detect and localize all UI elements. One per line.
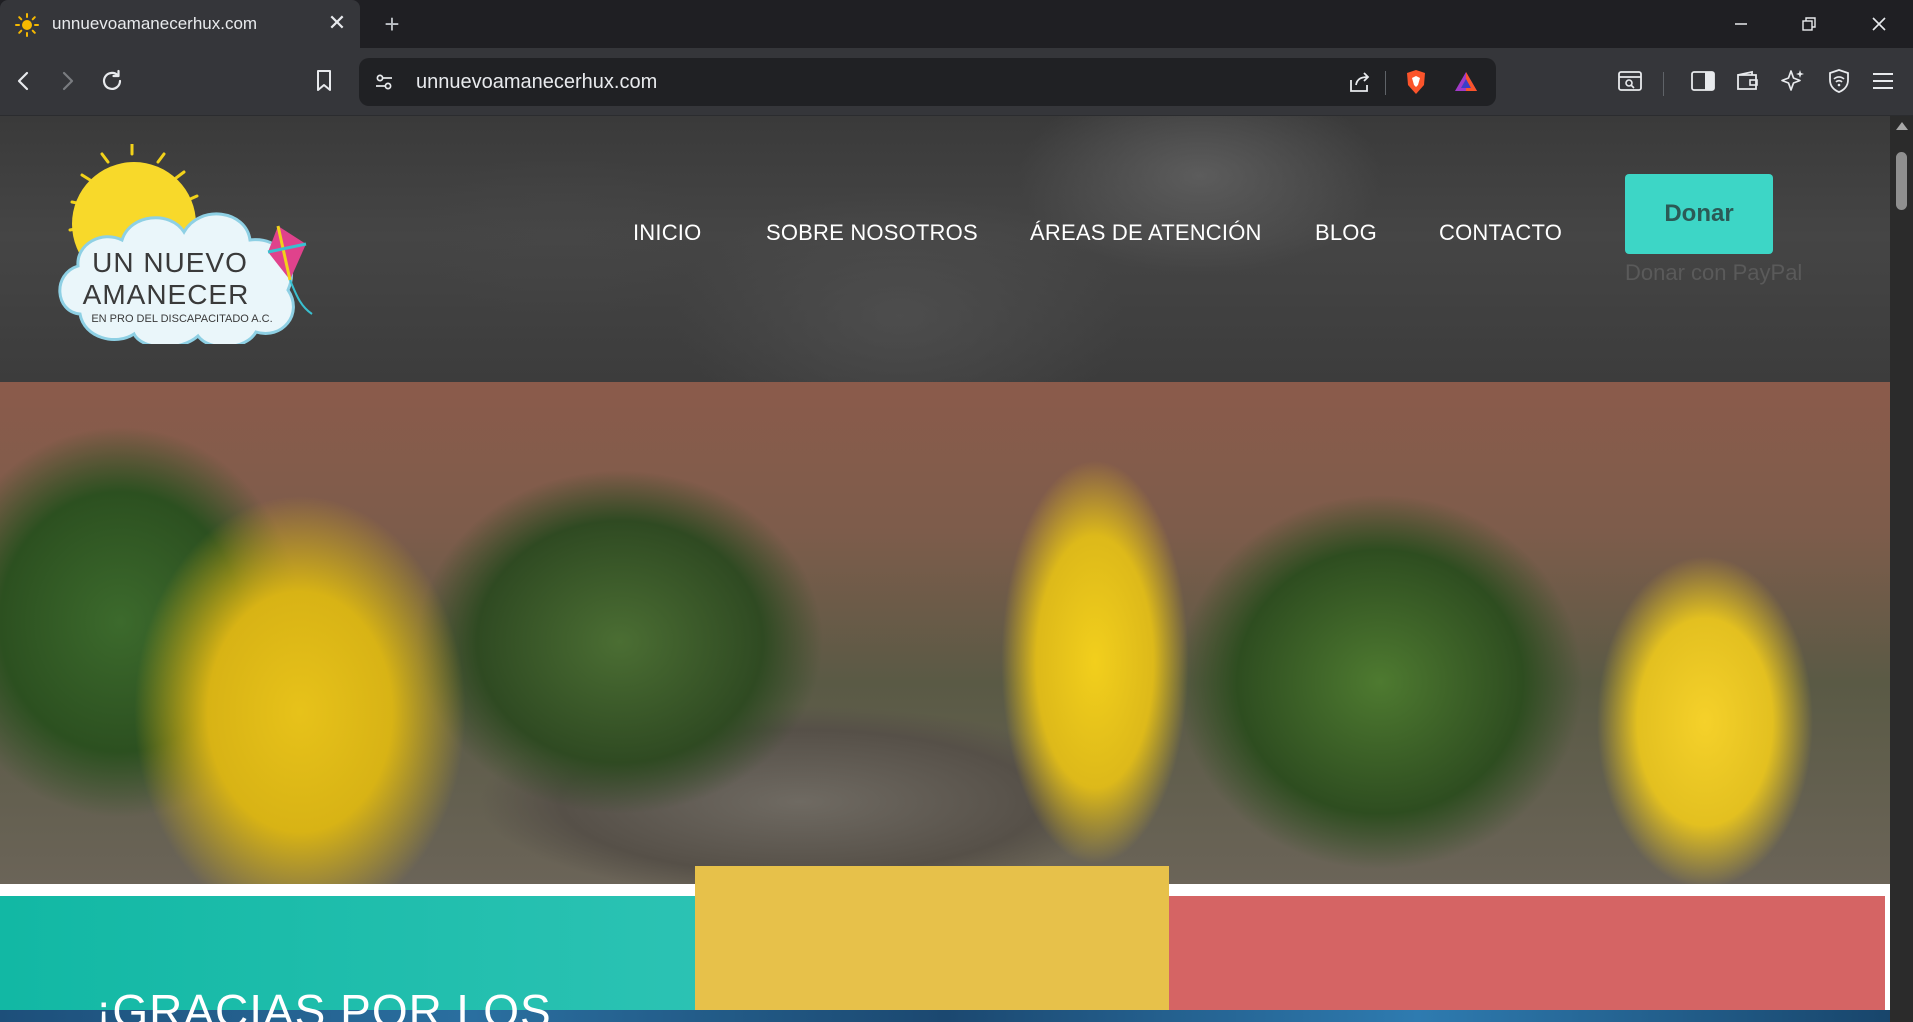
- menu-icon[interactable]: [1867, 65, 1899, 97]
- site-logo[interactable]: UN NUEVO AMANECER EN PRO DEL DISCAPACITA…: [50, 144, 320, 344]
- tab-title: unnuevoamanecerhux.com: [52, 14, 258, 33]
- donate-button[interactable]: Donar: [1625, 174, 1773, 254]
- logo-line1: UN NUEVO: [92, 247, 248, 278]
- web-page: UN NUEVO AMANECER EN PRO DEL DISCAPACITA…: [0, 116, 1890, 1022]
- vpn-icon[interactable]: [1823, 65, 1855, 97]
- sidebar-icon[interactable]: [1687, 65, 1719, 97]
- share-icon[interactable]: [1347, 70, 1373, 94]
- scrollbar-thumb[interactable]: [1896, 152, 1907, 210]
- paypal-donate-link[interactable]: Donar con PayPal: [1625, 260, 1802, 286]
- section-heading: ¡GRACIAS POR LOS: [96, 985, 552, 1022]
- nav-areas-de-atencion[interactable]: ÁREAS DE ATENCIÓN: [1030, 220, 1262, 246]
- hero-image: [0, 382, 1890, 884]
- page-scrollbar[interactable]: [1890, 116, 1913, 1022]
- reload-icon[interactable]: [96, 65, 128, 97]
- site-settings-icon[interactable]: [373, 71, 395, 93]
- tab-strip: unnuevoamanecerhux.com ✕ +: [0, 0, 1913, 48]
- reader-mode-icon[interactable]: [1614, 65, 1646, 97]
- site-header: UN NUEVO AMANECER EN PRO DEL DISCAPACITA…: [0, 116, 1890, 382]
- nav-contacto[interactable]: CONTACTO: [1439, 220, 1562, 246]
- address-bar[interactable]: unnuevoamanecerhux.com: [359, 58, 1496, 106]
- new-tab-icon[interactable]: +: [378, 10, 406, 38]
- restore-icon[interactable]: [1775, 0, 1843, 48]
- red-banner: [1169, 896, 1885, 1022]
- yellow-banner: [695, 866, 1169, 1022]
- logo-tagline: EN PRO DEL DISCAPACITADO A.C.: [91, 313, 272, 325]
- close-window-icon[interactable]: [1845, 0, 1913, 48]
- close-tab-icon[interactable]: ✕: [324, 10, 350, 36]
- divider: [1663, 72, 1664, 96]
- nav-inicio[interactable]: INICIO: [633, 220, 701, 246]
- forward-icon[interactable]: [51, 65, 83, 97]
- url-text[interactable]: unnuevoamanecerhux.com: [416, 71, 657, 94]
- minimize-icon[interactable]: [1707, 0, 1775, 48]
- leo-ai-icon[interactable]: [1777, 65, 1809, 97]
- scroll-up-arrow-icon[interactable]: [1896, 122, 1908, 130]
- divider: [1385, 71, 1386, 95]
- sun-icon: [15, 13, 39, 37]
- brave-rewards-icon[interactable]: [1453, 70, 1479, 94]
- back-icon[interactable]: [8, 65, 40, 97]
- nav-sobre-nosotros[interactable]: SOBRE NOSOTROS: [766, 220, 978, 246]
- browser-toolbar: unnuevoamanecerhux.com: [0, 48, 1913, 116]
- wallet-icon[interactable]: [1732, 65, 1764, 97]
- browser-tab[interactable]: unnuevoamanecerhux.com ✕: [0, 0, 360, 48]
- bookmark-icon[interactable]: [308, 65, 340, 97]
- logo-line2: AMANECER: [83, 279, 250, 310]
- brave-shields-icon[interactable]: [1404, 69, 1428, 95]
- nav-blog[interactable]: BLOG: [1315, 220, 1377, 246]
